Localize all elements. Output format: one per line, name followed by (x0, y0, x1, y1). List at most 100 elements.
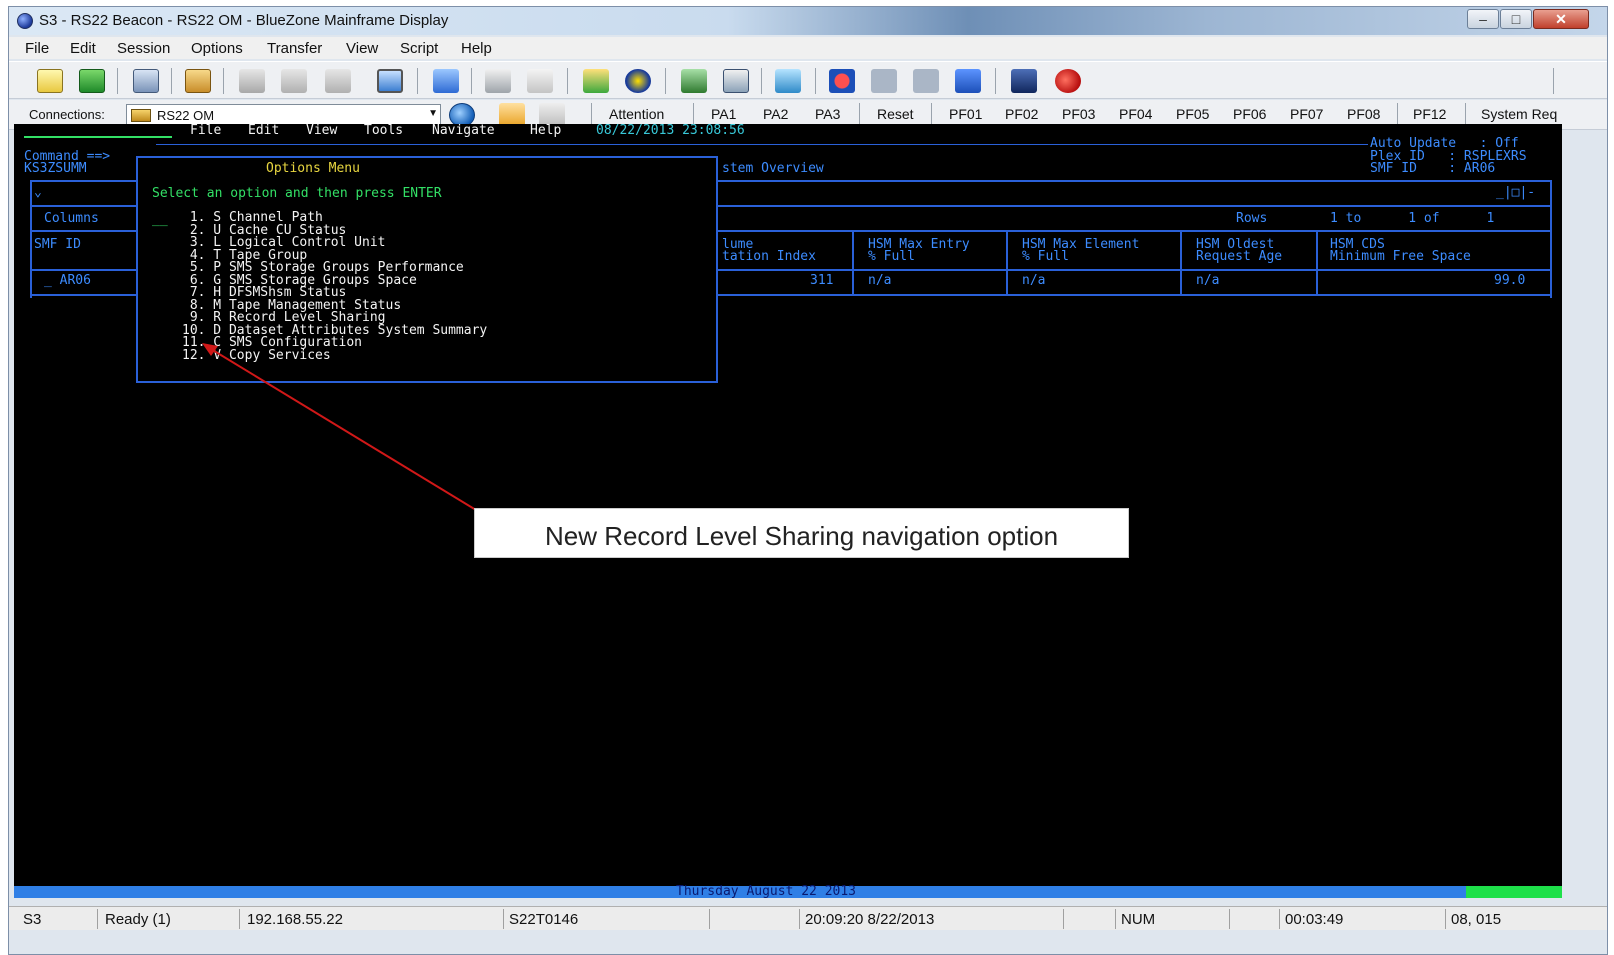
clock: 20:09:20 8/22/2013 (805, 911, 935, 928)
save-icon[interactable] (79, 69, 105, 93)
lu-name: S22T0146 (509, 911, 579, 928)
term-menu-tools[interactable]: Tools (364, 124, 403, 138)
pf08-button[interactable]: PF08 (1347, 106, 1380, 122)
pf06-button[interactable]: PF06 (1233, 106, 1266, 122)
menu-help[interactable]: Help (461, 40, 492, 57)
display-icon[interactable] (681, 69, 707, 93)
chevron-down-icon[interactable]: ⌄ (34, 186, 42, 200)
window-controls[interactable]: _|□|- (1496, 186, 1535, 200)
book-icon[interactable] (1011, 69, 1037, 93)
separator (1229, 909, 1230, 929)
title-bar: S3 - RS22 Beacon - RS22 OM - BlueZone Ma… (9, 7, 1607, 35)
menu-bar: File Edit Session Options Transfer View … (9, 37, 1607, 59)
term-menu-edit[interactable]: Edit (248, 124, 279, 138)
connections-selected: RS22 OM (157, 108, 215, 123)
menu-transfer[interactable]: Transfer (267, 40, 322, 57)
window-title: S3 - RS22 Beacon - RS22 OM - BlueZone Ma… (39, 12, 449, 29)
connections-label: Connections: (29, 107, 105, 122)
col-header-4b: Request Age (1196, 249, 1283, 264)
close-button[interactable]: ✕ (1533, 9, 1589, 29)
menu-edit[interactable]: Edit (70, 40, 96, 57)
minimize-button[interactable]: – (1467, 9, 1499, 29)
menu-options[interactable]: Options (191, 40, 243, 57)
pf04-button[interactable]: PF04 (1119, 106, 1152, 122)
term-menu-file[interactable]: File (190, 124, 221, 138)
option-item[interactable]: 12. V Copy Services (182, 348, 331, 363)
cut-icon[interactable] (239, 69, 265, 93)
col-header-2b: % Full (868, 249, 915, 264)
attention-button[interactable]: Attention (609, 106, 664, 122)
cell-hsm-element: n/a (1022, 273, 1046, 288)
browser-icon[interactable] (625, 69, 651, 93)
toolbar-separator (171, 68, 172, 94)
apple-icon[interactable] (1055, 69, 1081, 93)
screen-print-icon[interactable] (133, 69, 159, 93)
smf-row-value[interactable]: _ AR06 (44, 274, 91, 288)
close-icon: ✕ (1555, 11, 1567, 27)
copy-icon[interactable] (281, 69, 307, 93)
term-datetime: 08/22/2013 23:08:56 (596, 124, 745, 138)
pa2-button[interactable]: PA2 (763, 106, 788, 122)
maximize-button[interactable]: □ (1500, 9, 1532, 29)
session-id: S3 (23, 911, 42, 928)
term-menu-view[interactable]: View (306, 124, 337, 138)
separator (1279, 909, 1280, 929)
panel-id: KS3ZSUMM (24, 161, 87, 176)
pf03-button[interactable]: PF03 (1062, 106, 1095, 122)
separator (1115, 909, 1116, 929)
col-divider (1006, 232, 1008, 296)
field-icon[interactable] (723, 69, 749, 93)
pa3-button[interactable]: PA3 (815, 106, 840, 122)
columns-label[interactable]: Columns (44, 212, 99, 226)
toolbar-separator (471, 68, 472, 94)
network-icon[interactable] (433, 69, 459, 93)
separator (1063, 909, 1064, 929)
minimize-icon: – (1479, 11, 1487, 27)
date-strip: Thursday August 22 2013 (14, 884, 1562, 899)
keyboard-icon[interactable] (485, 69, 511, 93)
toolbar-separator (665, 68, 666, 94)
paste-icon[interactable] (325, 69, 351, 93)
col-divider (852, 232, 854, 296)
pa1-button[interactable]: PA1 (711, 106, 736, 122)
pause-icon[interactable] (913, 69, 939, 93)
pf12-button[interactable]: PF12 (1413, 106, 1446, 122)
term-menu-help[interactable]: Help (530, 124, 561, 138)
toolbar-separator (1553, 68, 1554, 94)
open-folder-icon[interactable] (185, 69, 211, 93)
transfer-icon[interactable] (775, 69, 801, 93)
system-req-button[interactable]: System Req (1481, 106, 1557, 122)
separator (1445, 909, 1446, 929)
menu-session[interactable]: Session (117, 40, 170, 57)
pf05-button[interactable]: PF05 (1176, 106, 1209, 122)
options-menu-popup: Options Menu Select an option and then p… (136, 156, 718, 383)
grid-icon[interactable] (527, 69, 553, 93)
num-lock: NUM (1121, 911, 1156, 928)
annotation-callout: New Record Level Sharing navigation opti… (474, 508, 1129, 558)
reset-button[interactable]: Reset (877, 106, 914, 122)
toolbar-separator (815, 68, 816, 94)
chevron-down-icon[interactable]: ▼ (428, 108, 438, 119)
chart-icon[interactable] (583, 69, 609, 93)
new-session-icon[interactable] (37, 69, 63, 93)
cursor-position: 08, 015 (1451, 911, 1502, 928)
connected-time: 00:03:49 (1285, 911, 1344, 928)
option-input-field[interactable]: __ (152, 213, 168, 227)
record-icon[interactable] (829, 69, 855, 93)
col-header-3b: % Full (1022, 249, 1069, 264)
ready-status: Ready (1) (105, 911, 171, 928)
separator (709, 909, 710, 929)
host-connect-icon[interactable] (377, 69, 403, 93)
connections-dropdown[interactable]: RS22 OM ▼ (126, 104, 441, 126)
play-icon[interactable] (955, 69, 981, 93)
command-underline (24, 136, 172, 138)
pf01-button[interactable]: PF01 (949, 106, 982, 122)
pf07-button[interactable]: PF07 (1290, 106, 1323, 122)
term-menu-navigate[interactable]: Navigate (432, 124, 495, 138)
menu-view[interactable]: View (346, 40, 378, 57)
menu-script[interactable]: Script (400, 40, 438, 57)
callout-text: New Record Level Sharing navigation opti… (544, 521, 1059, 551)
menu-file[interactable]: File (25, 40, 49, 57)
stop-icon[interactable] (871, 69, 897, 93)
pf02-button[interactable]: PF02 (1005, 106, 1038, 122)
